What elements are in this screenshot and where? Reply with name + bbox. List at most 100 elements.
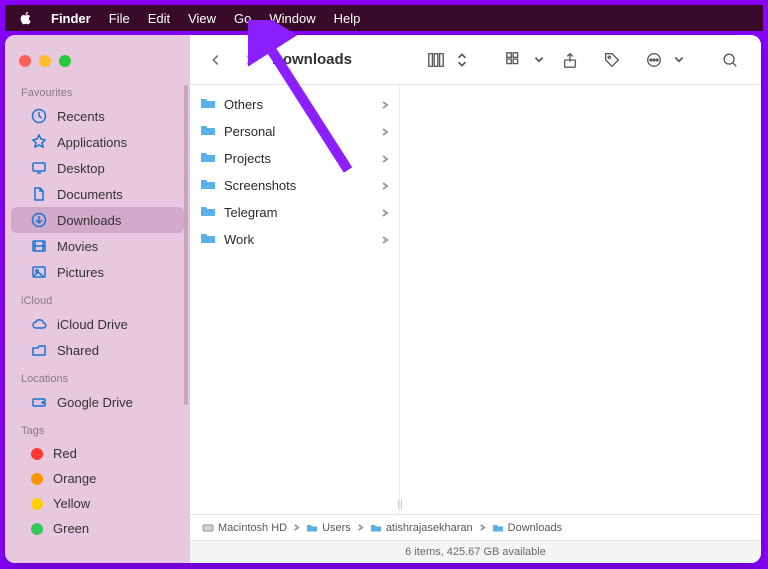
path-label: Downloads bbox=[508, 522, 562, 534]
folder-icon bbox=[306, 522, 318, 534]
tags-button[interactable] bbox=[595, 47, 629, 73]
chevron-down-icon[interactable] bbox=[673, 47, 685, 73]
toolbar: Downloads bbox=[190, 35, 761, 85]
chevron-down-icon[interactable] bbox=[533, 47, 545, 73]
folder-column[interactable]: Others Personal Projects bbox=[190, 85, 400, 514]
sidebar-item-label: Red bbox=[53, 446, 77, 461]
forward-button[interactable] bbox=[236, 48, 260, 72]
folder-name: Telegram bbox=[224, 205, 373, 220]
sidebar-item-label: Shared bbox=[57, 343, 99, 358]
view-mode-button[interactable] bbox=[419, 47, 453, 73]
folder-icon bbox=[492, 522, 504, 534]
path-segment[interactable]: atishrajasekharan bbox=[370, 522, 473, 534]
menu-edit[interactable]: Edit bbox=[148, 11, 170, 26]
path-bar: Macintosh HD Users atishrajasekharan Dow… bbox=[190, 515, 761, 541]
chevron-right-icon bbox=[381, 124, 389, 139]
sidebar-item-applications[interactable]: Applications bbox=[11, 129, 184, 155]
picture-icon bbox=[31, 264, 47, 280]
share-button[interactable] bbox=[553, 47, 587, 73]
path-segment[interactable]: Macintosh HD bbox=[202, 522, 287, 534]
tag-dot-icon bbox=[31, 448, 43, 460]
folder-row[interactable]: Personal bbox=[190, 118, 399, 145]
folder-icon bbox=[200, 176, 216, 195]
app-name-menu[interactable]: Finder bbox=[51, 11, 91, 26]
menu-help[interactable]: Help bbox=[334, 11, 361, 26]
folder-row[interactable]: Work bbox=[190, 226, 399, 253]
sidebar-item-icloud-drive[interactable]: iCloud Drive bbox=[11, 311, 184, 337]
chevron-right-icon bbox=[381, 205, 389, 220]
sidebar-item-label: Documents bbox=[57, 187, 123, 202]
sidebar-item-label: Green bbox=[53, 521, 89, 536]
window-title: Downloads bbox=[272, 51, 352, 68]
sidebar-item-label: Downloads bbox=[57, 213, 121, 228]
sidebar-item-desktop[interactable]: Desktop bbox=[11, 155, 184, 181]
chevron-right-icon bbox=[293, 522, 300, 534]
sidebar-section-icloud: iCloud bbox=[5, 285, 190, 311]
close-window-button[interactable] bbox=[19, 55, 31, 67]
chevron-right-icon bbox=[479, 522, 486, 534]
folder-icon bbox=[370, 522, 382, 534]
disk-icon bbox=[202, 522, 214, 534]
sidebar-item-label: Movies bbox=[57, 239, 98, 254]
folder-row[interactable]: Telegram bbox=[190, 199, 399, 226]
sidebar-item-shared[interactable]: Shared bbox=[11, 337, 184, 363]
sidebar-tag-red[interactable]: Red bbox=[11, 441, 184, 466]
chevron-right-icon bbox=[381, 151, 389, 166]
sidebar-scrollbar[interactable] bbox=[184, 85, 188, 405]
folder-name: Work bbox=[224, 232, 373, 247]
zoom-window-button[interactable] bbox=[59, 55, 71, 67]
sidebar-item-downloads[interactable]: Downloads bbox=[11, 207, 184, 233]
tag-dot-icon bbox=[31, 498, 43, 510]
apple-menu-icon[interactable] bbox=[19, 11, 33, 25]
folder-row[interactable]: Others bbox=[190, 91, 399, 118]
sidebar-item-label: Recents bbox=[57, 109, 105, 124]
sidebar-item-pictures[interactable]: Pictures bbox=[11, 259, 184, 285]
sidebar-item-google-drive[interactable]: Google Drive bbox=[11, 389, 184, 415]
cloud-icon bbox=[31, 316, 47, 332]
finder-window: Favourites Recents Applications Desktop … bbox=[5, 35, 761, 563]
sidebar-tag-yellow[interactable]: Yellow bbox=[11, 491, 184, 516]
sidebar-item-movies[interactable]: Movies bbox=[11, 233, 184, 259]
folder-icon bbox=[200, 149, 216, 168]
menu-go[interactable]: Go bbox=[234, 11, 251, 26]
sidebar-item-label: Pictures bbox=[57, 265, 104, 280]
main-pane: Downloads bbox=[190, 35, 761, 563]
sidebar-item-label: Applications bbox=[57, 135, 127, 150]
clock-icon bbox=[31, 108, 47, 124]
back-button[interactable] bbox=[204, 48, 228, 72]
chevron-right-icon bbox=[381, 232, 389, 247]
sidebar-item-recents[interactable]: Recents bbox=[11, 103, 184, 129]
folder-icon bbox=[200, 203, 216, 222]
tag-dot-icon bbox=[31, 523, 43, 535]
download-icon bbox=[31, 212, 47, 228]
status-text: 6 items, 425.67 GB available bbox=[405, 546, 546, 558]
menu-file[interactable]: File bbox=[109, 11, 130, 26]
sidebar-tag-orange[interactable]: Orange bbox=[11, 466, 184, 491]
folder-row[interactable]: Screenshots bbox=[190, 172, 399, 199]
column-resize-handle[interactable]: || bbox=[390, 499, 410, 514]
folder-icon bbox=[200, 230, 216, 249]
sidebar-item-label: Desktop bbox=[57, 161, 105, 176]
sidebar-section-favourites: Favourites bbox=[5, 77, 190, 103]
group-by-button[interactable] bbox=[497, 47, 531, 73]
sidebar-item-documents[interactable]: Documents bbox=[11, 181, 184, 207]
shared-icon bbox=[31, 342, 47, 358]
sidebar-tag-green[interactable]: Green bbox=[11, 516, 184, 541]
empty-column bbox=[410, 85, 761, 514]
search-button[interactable] bbox=[713, 47, 747, 73]
path-segment[interactable]: Downloads bbox=[492, 522, 562, 534]
apps-icon bbox=[31, 134, 47, 150]
chevron-right-icon bbox=[381, 97, 389, 112]
path-segment[interactable]: Users bbox=[306, 522, 351, 534]
desktop-icon bbox=[31, 160, 47, 176]
folder-name: Others bbox=[224, 97, 373, 112]
menu-view[interactable]: View bbox=[188, 11, 216, 26]
chevron-right-icon bbox=[381, 178, 389, 193]
view-mode-chevrons-icon[interactable] bbox=[455, 47, 469, 73]
more-actions-button[interactable] bbox=[637, 47, 671, 73]
path-label: atishrajasekharan bbox=[386, 522, 473, 534]
minimize-window-button[interactable] bbox=[39, 55, 51, 67]
folder-row[interactable]: Projects bbox=[190, 145, 399, 172]
menu-window[interactable]: Window bbox=[269, 11, 315, 26]
sidebar: Favourites Recents Applications Desktop … bbox=[5, 35, 190, 563]
